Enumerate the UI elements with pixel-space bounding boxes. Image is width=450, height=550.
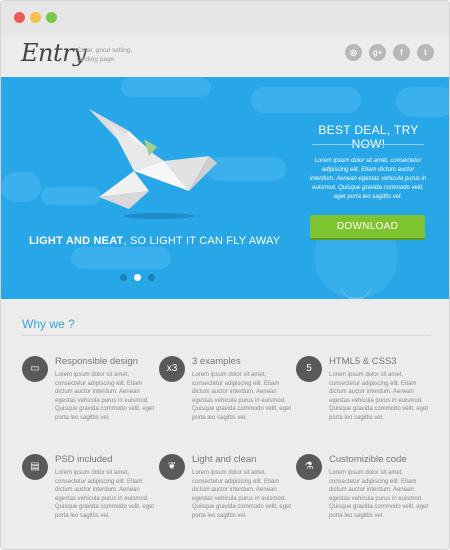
maximize-window-button[interactable] bbox=[46, 12, 57, 23]
feature-title: 3 examples bbox=[192, 356, 241, 367]
leaf-icon: ❦ bbox=[159, 454, 185, 480]
html5-icon: 5 bbox=[296, 356, 322, 382]
browser-window: Entry Clear, good selling, landing page … bbox=[0, 0, 450, 550]
deal-title: BEST DEAL, TRY NOW! bbox=[318, 123, 419, 151]
deal-divider bbox=[312, 144, 424, 145]
feature-description: Lorem ipsum dolor sit amet, consectetur … bbox=[55, 470, 155, 519]
minimize-window-button[interactable] bbox=[30, 12, 41, 23]
slider-dot-active[interactable] bbox=[134, 274, 141, 281]
feature-title: Responsible design bbox=[55, 356, 138, 367]
bottom-fade bbox=[1, 521, 449, 549]
flask-icon: ⚗ bbox=[296, 454, 322, 480]
feature-description: Lorem ipsum dolor sit amet, consectetur … bbox=[329, 470, 429, 519]
download-button[interactable]: DOWNLOAD bbox=[310, 215, 425, 240]
hero-banner: LIGHT AND NEAT, SO LIGHT IT CAN FLY AWAY… bbox=[1, 77, 449, 299]
feature-description: Lorem ipsum dolor sit amet, consectetur … bbox=[55, 372, 155, 421]
monitor-icon: ▭ bbox=[22, 356, 48, 382]
google-plus-icon[interactable]: g+ bbox=[369, 44, 386, 61]
feature-description: Lorem ipsum dolor sit amet, consectetur … bbox=[192, 470, 292, 519]
origami-bird-illustration bbox=[89, 109, 217, 219]
site-tagline-line2: landing page bbox=[77, 56, 115, 63]
cloud-decoration bbox=[121, 77, 211, 97]
hero-tagline: LIGHT AND NEAT, SO LIGHT IT CAN FLY AWAY bbox=[29, 235, 280, 247]
hero-tagline-rest: , SO LIGHT IT CAN FLY AWAY bbox=[123, 235, 281, 247]
document-icon: ▤ bbox=[22, 454, 48, 480]
cloud-decoration bbox=[396, 87, 449, 117]
cloud-decoration bbox=[251, 87, 361, 113]
cloud-decoration bbox=[1, 172, 41, 202]
close-window-button[interactable] bbox=[14, 12, 25, 23]
x3-icon: x3 bbox=[159, 356, 185, 382]
slider-dot[interactable] bbox=[120, 274, 127, 281]
facebook-icon[interactable]: f bbox=[393, 44, 410, 61]
section-divider bbox=[21, 335, 431, 336]
feature-description: Lorem ipsum dolor sit amet, consectetur … bbox=[192, 372, 292, 421]
dribbble-icon[interactable]: ◎ bbox=[345, 44, 362, 61]
slider-pagination bbox=[120, 268, 162, 286]
site-header: Entry Clear, good selling, landing page … bbox=[1, 35, 449, 77]
cloud-decoration bbox=[71, 247, 171, 269]
hero-tagline-bold: LIGHT AND NEAT bbox=[29, 235, 124, 247]
feature-title: HTML5 & CSS3 bbox=[329, 356, 397, 367]
deal-description: Lorem ipsum dolor sit amet, consectetur … bbox=[309, 158, 427, 200]
section-title: Why we ? bbox=[22, 317, 75, 331]
feature-title: Customizible code bbox=[329, 454, 407, 465]
feature-title: Light and clean bbox=[192, 454, 257, 465]
site-tagline-line1: Clear, good selling, bbox=[77, 47, 133, 54]
feature-title: PSD included bbox=[55, 454, 113, 465]
twitter-icon[interactable]: t bbox=[417, 44, 434, 61]
site-tagline: Clear, good selling, landing page bbox=[77, 46, 141, 64]
window-title-bar bbox=[1, 1, 449, 35]
feature-description: Lorem ipsum dolor sit amet, consectetur … bbox=[329, 372, 429, 421]
slider-dot[interactable] bbox=[148, 274, 155, 281]
